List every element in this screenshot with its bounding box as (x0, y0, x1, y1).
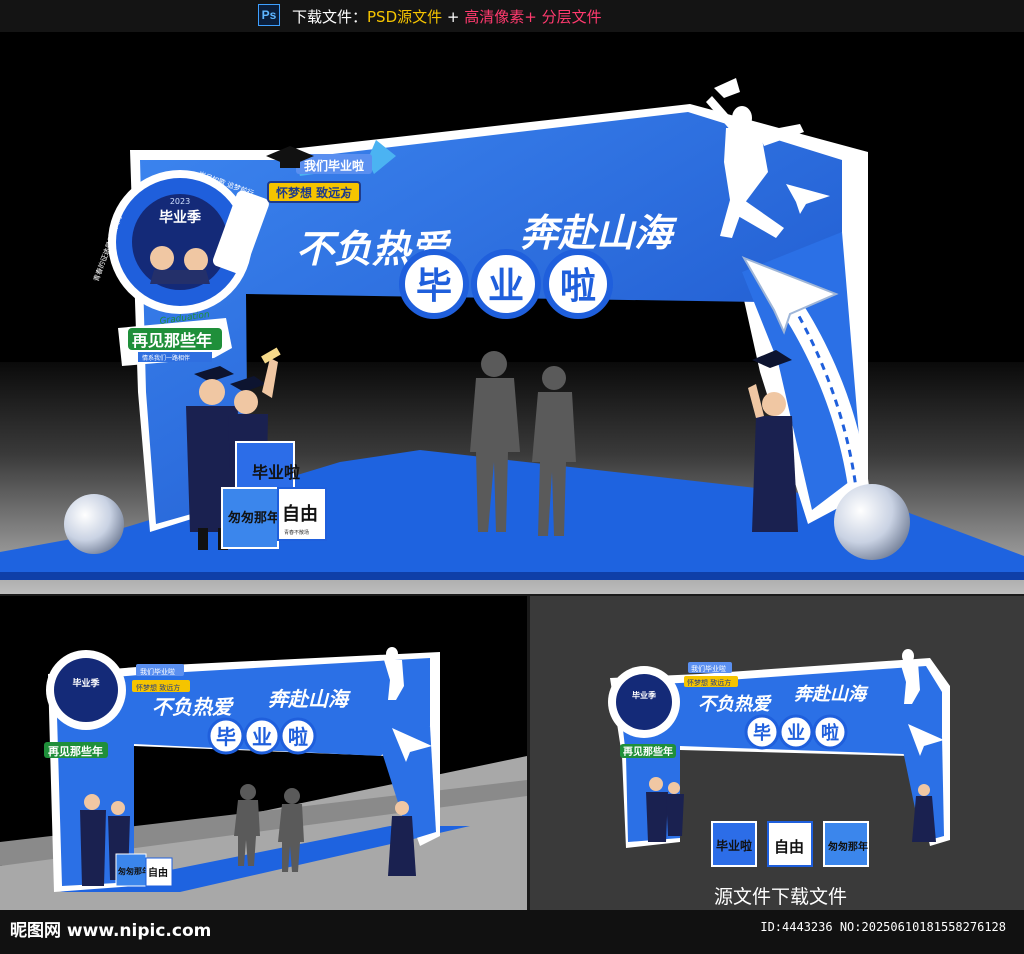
side-farewell-text: 再见那些年 (48, 744, 103, 758)
image-id: ID:4443236 NO:20250610181558276128 (760, 920, 1006, 934)
side-slogan-left: 不负热爱 (152, 695, 234, 719)
side-box-b-text: 匆匆那年 (117, 866, 150, 876)
flat-box-a-text: 毕业啦 (716, 838, 752, 853)
flat-slogan-right: 奔赴山海 (794, 684, 869, 705)
banner-plus: + (446, 8, 460, 26)
flat-badge-inner (616, 674, 672, 730)
stage-edge (0, 572, 1024, 580)
slogan-right: 奔赴山海 (520, 211, 678, 255)
flat-tag-grad-text: 我们毕业啦 (691, 664, 726, 673)
main-render-panel: 毕业季 2023 青春的征途是星辰大海 岁月如歌 追梦前行 我们毕业啦 怀梦想 … (0, 32, 1024, 594)
farewell-main: 再见那些年 (132, 331, 212, 350)
badge-label: 毕业季 (159, 209, 201, 226)
tag-graduation-text: 我们毕业啦 (304, 158, 364, 173)
flat-box-b-text: 匆匆那年 (827, 840, 868, 853)
banner-psd-label: PSD源文件 (367, 8, 443, 26)
title-char-2: 业 (488, 266, 524, 307)
box-a-text: 毕业啦 (252, 463, 300, 482)
side-view-panel: 毕业季 我们毕业啦 怀梦想 致远方 不负热爱 奔赴山海 毕 业 啦 再见那些年 … (0, 596, 527, 910)
flat-title-char-2: 业 (787, 723, 805, 744)
source-file-caption: 源文件下载文件 (714, 886, 848, 908)
tag-dream-text: 怀梦想 致远方 (276, 185, 352, 200)
side-badge-inner (54, 658, 118, 722)
chevron-double-icon: » (342, 190, 348, 201)
flat-box-c-text: 自由 (774, 838, 804, 856)
box-b-text: 匆匆那年 (227, 510, 280, 526)
flat-farewell-text: 再见那些年 (623, 745, 673, 758)
flat-design-panel: 毕业季 我们毕业啦 怀梦想 致远方 不负热爱 奔赴山海 毕 业 啦 再见那些年 … (530, 596, 1024, 910)
box-c-sub: 青春不散场 (284, 529, 309, 536)
decor-ball-right (834, 484, 910, 560)
side-arch-scene: 毕业季 我们毕业啦 怀梦想 致远方 不负热爱 奔赴山海 毕 业 啦 再见那些年 … (0, 647, 527, 910)
side-tag-grad-text: 我们毕业啦 (140, 667, 175, 676)
farewell-sub: 情系我们一路相伴 (142, 354, 190, 362)
side-box-c-text: 自由 (148, 866, 168, 879)
side-tag-dream-text: 怀梦想 致远方 (136, 683, 180, 692)
title-char-3: 啦 (560, 266, 596, 307)
flat-slogan-left: 不负热爱 (698, 694, 772, 715)
main-arch-scene: 毕业季 2023 青春的征途是星辰大海 岁月如歌 追梦前行 我们毕业啦 怀梦想 … (0, 78, 1024, 594)
banner-download-label: 下载文件： (292, 8, 368, 26)
banner-text: 下载文件：PSD源文件 + 高清像素+ 分层文件 (292, 6, 602, 27)
site-brand: 昵图网 www.nipic.com (10, 921, 212, 941)
side-title-char-1: 毕 (216, 725, 236, 749)
decor-ball-left (64, 494, 124, 554)
side-badge-label: 毕业季 (72, 677, 100, 689)
badge-year: 2023 (170, 197, 190, 206)
photoshop-icon: Ps (258, 4, 280, 26)
title-char-1: 毕 (416, 266, 452, 307)
banner-hd-label: 高清像素+ (464, 8, 537, 26)
side-slogan-right: 奔赴山海 (268, 687, 351, 711)
flat-badge-label: 毕业季 (632, 690, 657, 700)
banner-layers-label: 分层文件 (541, 8, 602, 26)
flat-title-char-3: 啦 (821, 722, 839, 744)
side-title-char-3: 啦 (288, 725, 308, 749)
flat-tag-dream-text: 怀梦想 致远方 (687, 678, 731, 687)
flat-arch-scene: 毕业季 我们毕业啦 怀梦想 致远方 不负热爱 奔赴山海 毕 业 啦 再见那些年 … (608, 649, 950, 867)
side-title-char-2: 业 (252, 725, 272, 749)
box-c-text: 自由 (282, 503, 318, 525)
flat-title-char-1: 毕 (753, 723, 771, 744)
